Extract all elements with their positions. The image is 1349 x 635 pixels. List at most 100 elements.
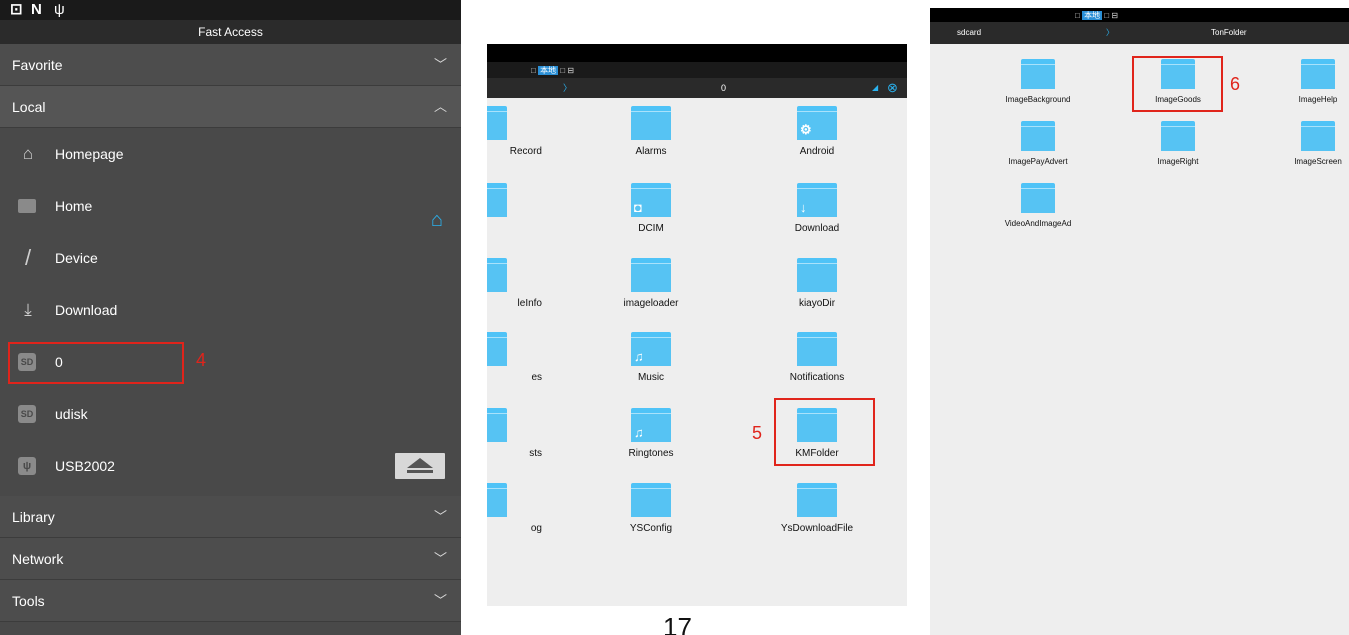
folder-item[interactable]: og <box>487 483 542 534</box>
notification-icon: ⊡ <box>10 1 23 18</box>
folder-icon <box>631 483 671 517</box>
folder-item[interactable]: ImageBackground <box>973 59 1103 104</box>
eject-button[interactable] <box>395 453 445 479</box>
page-number: 17 <box>663 612 692 635</box>
folder-icon: ↓ <box>797 183 837 217</box>
folder-item[interactable]: sts <box>487 408 542 459</box>
folder-icon: ◘ <box>631 183 671 217</box>
folder-icon <box>487 408 507 442</box>
folder-name: Notifications <box>789 372 845 383</box>
item-label: Home <box>55 198 93 214</box>
section-network[interactable]: Network ﹀ <box>0 538 461 580</box>
folder-item[interactable] <box>487 183 542 217</box>
folder-item[interactable]: kiayoDir <box>762 258 872 309</box>
usb-icon: ψ <box>54 1 65 18</box>
path-current[interactable]: TonFolder <box>1211 22 1247 44</box>
path-bar: sdcard 〉 TonFolder <box>930 22 1349 44</box>
chevron-down-icon: ﹀ <box>433 509 447 524</box>
folder-name: ImageHelp <box>1298 95 1338 104</box>
folder-item[interactable]: Alarms <box>596 106 706 157</box>
path-bar: 〉 0 ◢ ⊗ <box>487 78 907 98</box>
local-item-udisk[interactable]: SD udisk <box>0 388 461 440</box>
local-item-device[interactable]: / Device <box>0 232 461 284</box>
tab-local[interactable]: 本地 <box>1082 11 1103 20</box>
gear-icon: ⚙ <box>800 122 812 137</box>
path-root[interactable]: sdcard <box>957 22 981 44</box>
folder-icon <box>1301 121 1335 151</box>
folder-name: sts <box>529 448 542 459</box>
folder-name: Android <box>799 146 835 157</box>
section-label: Local <box>12 99 46 115</box>
folder-icon <box>631 106 671 140</box>
folder-icon: ♫ <box>631 408 671 442</box>
folder-icon <box>487 258 507 292</box>
folder-item[interactable]: ♫ Ringtones <box>596 408 706 459</box>
folder-name: ImageRight <box>1157 157 1199 166</box>
folder-name: VideoAndImageAd <box>1004 219 1072 228</box>
folder-item[interactable]: YSConfig <box>596 483 706 534</box>
folder-icon: ♫ <box>631 332 671 366</box>
item-label: Homepage <box>55 146 124 162</box>
folder-item[interactable]: imageloader <box>596 258 706 309</box>
corner-marker-icon: ◢ <box>872 83 879 92</box>
chevron-down-icon: ﹀ <box>433 57 447 72</box>
folder-item[interactable]: ↓ Download <box>762 183 872 234</box>
folder-icon: ⚙ <box>797 106 837 140</box>
section-favorite[interactable]: Favorite ﹀ <box>0 44 461 86</box>
sd-card-icon: SD <box>18 405 36 423</box>
fast-access-drawer: ⊡ N ψ Fast Access Favorite ﹀ Local ︿ ⌂ H… <box>0 0 461 635</box>
local-item-usb[interactable]: ψ USB2002 <box>0 440 461 492</box>
local-item-home[interactable]: Home ⌂ <box>0 180 461 232</box>
music-note-icon: ♫ <box>634 425 644 440</box>
folder-item[interactable]: ImagePayAdvert <box>973 121 1103 166</box>
folder-item[interactable]: ⚙ Android <box>762 106 872 157</box>
storage-tab-bar[interactable]: □ 本地 □ ⊟ <box>531 65 574 76</box>
section-label: Network <box>12 551 64 567</box>
step-label: 6 <box>1230 74 1241 94</box>
section-library[interactable]: Library ﹀ <box>0 496 461 538</box>
status-bar <box>487 44 907 62</box>
tab-local[interactable]: 本地 <box>538 66 559 75</box>
folder-item[interactable]: YsDownloadFile <box>762 483 872 534</box>
section-tools[interactable]: Tools ﹀ <box>0 580 461 622</box>
section-label: Library <box>12 509 55 525</box>
highlight-box-step-4 <box>8 342 184 384</box>
folder-item[interactable]: Record <box>487 106 542 157</box>
house-icon: ⌂ <box>22 144 34 163</box>
folder-name: kiayoDir <box>798 298 836 309</box>
section-local[interactable]: Local ︿ <box>0 86 461 128</box>
file-grid-panel: □ 本地 □ ⊟ 〉 0 ◢ ⊗ Record Alarms ⚙ Android … <box>487 44 907 606</box>
folder-name: YsDownloadFile <box>780 523 854 534</box>
section-label: Favorite <box>12 57 63 73</box>
folder-item[interactable]: ◘ DCIM <box>596 183 706 234</box>
download-icon: ⤓ <box>24 300 32 319</box>
folder-item[interactable]: leInfo <box>487 258 542 309</box>
folder-icon <box>1021 121 1055 151</box>
path-current[interactable]: 0 <box>721 78 726 98</box>
folder-item[interactable]: ImageRight <box>1113 121 1243 166</box>
item-label: udisk <box>55 406 88 422</box>
status-bar: ⊡ N ψ <box>0 0 461 20</box>
folder-item[interactable]: ♫ Music <box>596 332 706 383</box>
local-item-download[interactable]: ⤓ Download <box>0 284 461 336</box>
folder-item[interactable]: VideoAndImageAd <box>973 183 1103 228</box>
path-separator-icon: 〉 <box>1106 28 1114 37</box>
folder-icon <box>487 106 507 140</box>
folder-item[interactable]: es <box>487 332 542 383</box>
slash-root-icon: / <box>24 245 32 270</box>
storage-tab-bar[interactable]: □ 本地 □ ⊟ <box>1075 10 1118 21</box>
close-icon[interactable]: ⊗ <box>887 78 898 98</box>
folder-item[interactable]: Notifications <box>762 332 872 383</box>
folder-item[interactable]: ImageHelp <box>1253 59 1349 104</box>
step-label: 5 <box>752 423 763 443</box>
folder-name: imageloader <box>623 298 679 309</box>
folder-name: og <box>530 523 542 534</box>
chevron-up-icon: ︿ <box>433 99 447 114</box>
folder-name: leInfo <box>517 298 542 309</box>
folder-icon <box>487 332 507 366</box>
folder-name: Music <box>637 372 665 383</box>
local-item-homepage[interactable]: ⌂ Homepage <box>0 128 461 180</box>
chevron-down-icon: ﹀ <box>433 551 447 566</box>
folder-item[interactable]: ImageScreen <box>1253 121 1349 166</box>
folder-name: Alarms <box>635 146 667 157</box>
